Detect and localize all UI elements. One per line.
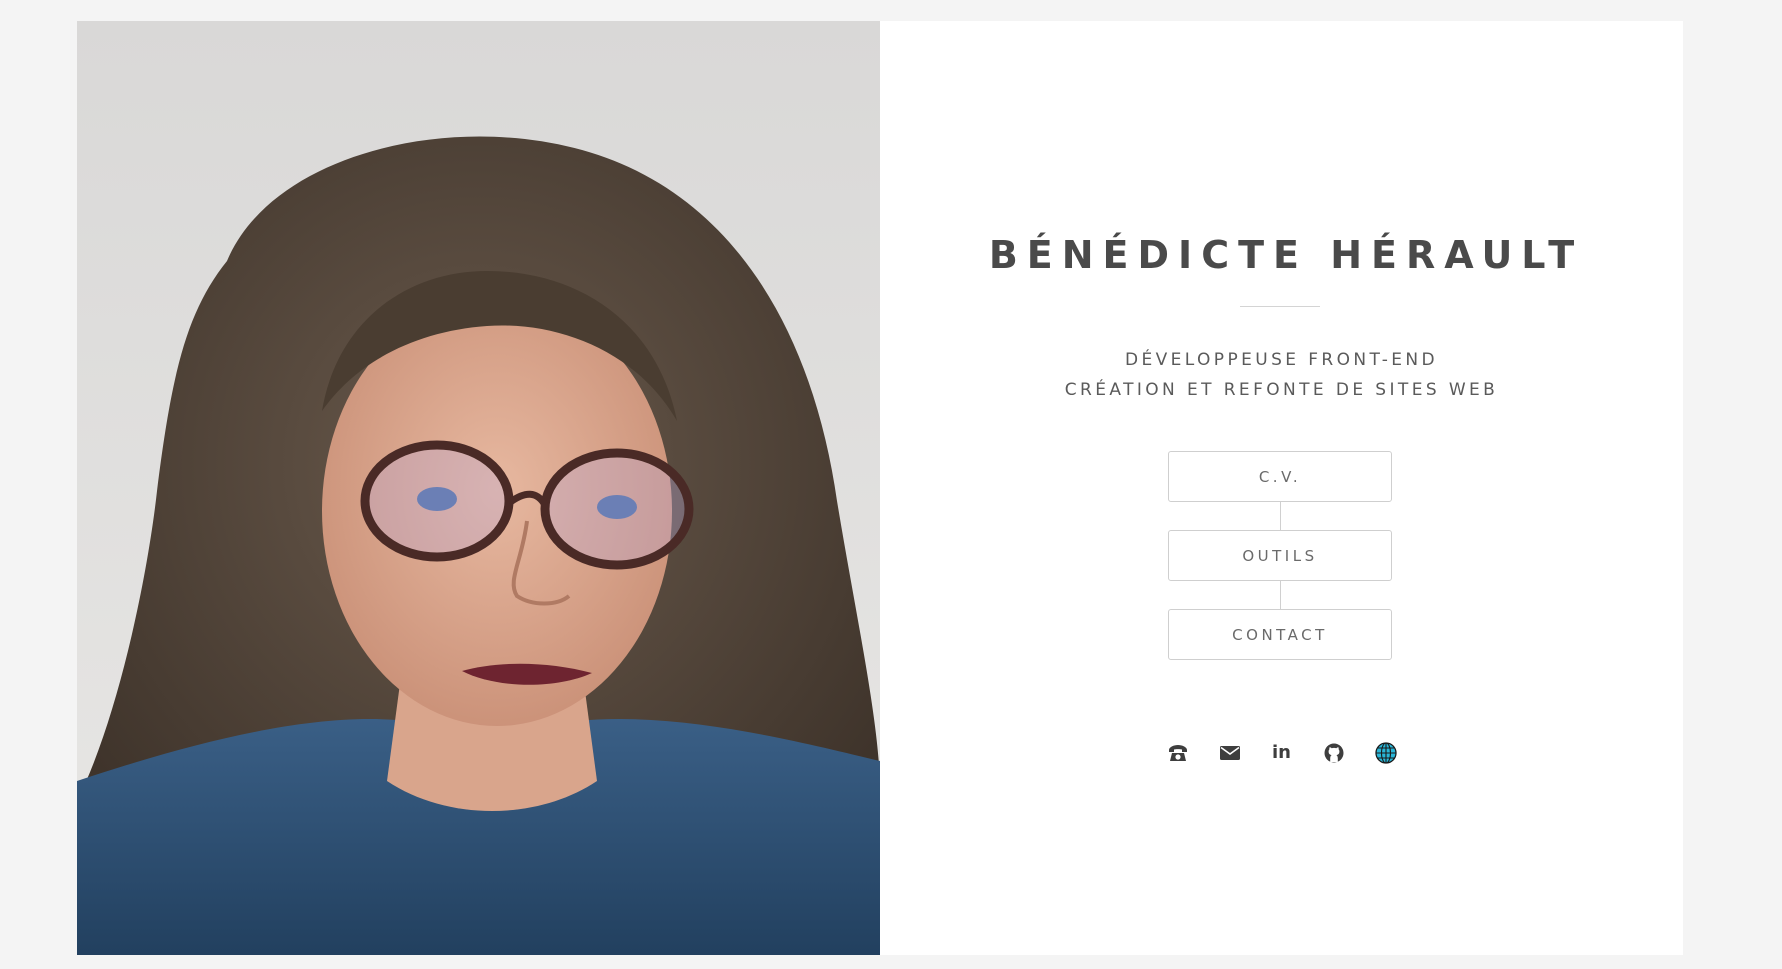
envelope-icon[interactable]: [1218, 741, 1242, 765]
main-navigation: C.V. OUTILS CONTACT: [1168, 451, 1392, 660]
globe-icon[interactable]: [1374, 741, 1398, 765]
profile-photo: [77, 21, 880, 955]
profile-info: BÉNÉDICTE HÉRAULT DÉVELOPPEUSE FRONT-END…: [880, 21, 1683, 955]
linkedin-label: in: [1272, 742, 1291, 763]
contact-button[interactable]: CONTACT: [1168, 609, 1392, 660]
portrait-illustration: [77, 21, 880, 955]
phone-icon[interactable]: [1166, 741, 1190, 765]
cv-button[interactable]: C.V.: [1168, 451, 1392, 502]
tagline-services: CRÉATION ET REFONTE DE SITES WEB: [1064, 380, 1499, 400]
github-icon[interactable]: [1322, 741, 1346, 765]
nav-connector: [1279, 502, 1281, 530]
tagline-role: DÉVELOPPEUSE FRONT-END: [1124, 350, 1439, 370]
nav-connector: [1279, 581, 1281, 609]
linkedin-icon[interactable]: in: [1270, 741, 1294, 765]
profile-name: BÉNÉDICTE HÉRAULT: [988, 233, 1584, 277]
social-links: in: [880, 741, 1683, 765]
tools-button[interactable]: OUTILS: [1168, 530, 1392, 581]
profile-card: BÉNÉDICTE HÉRAULT DÉVELOPPEUSE FRONT-END…: [77, 21, 1683, 955]
title-divider: [1240, 306, 1320, 307]
